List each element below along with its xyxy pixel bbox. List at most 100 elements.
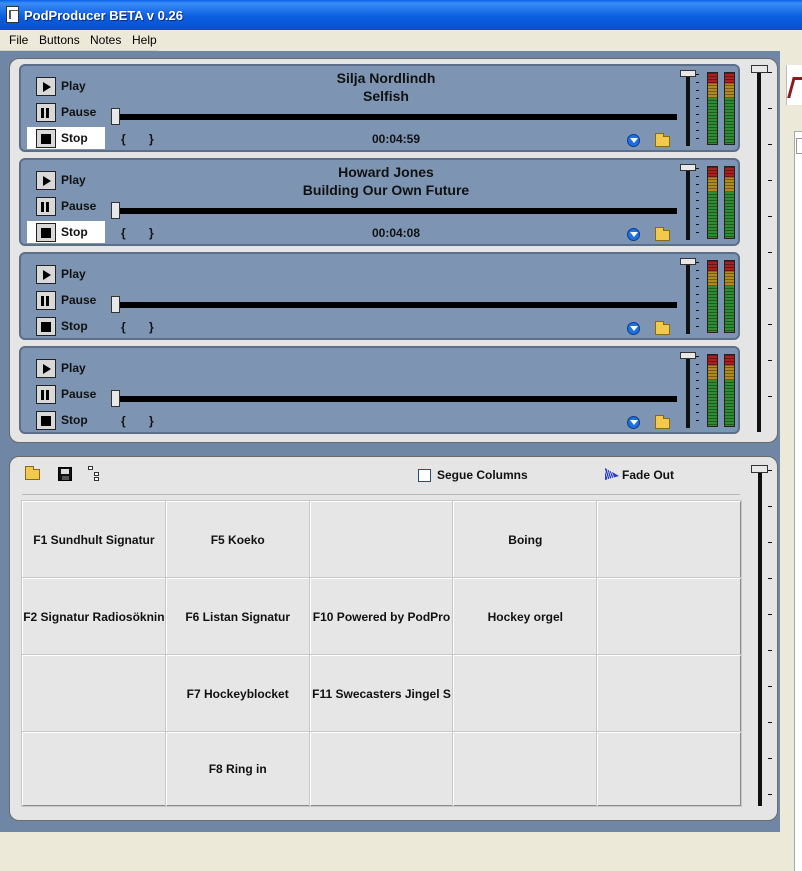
deck-volume-track[interactable]	[686, 74, 690, 146]
pause-icon	[41, 390, 44, 400]
deck-volume-ticks	[696, 168, 699, 240]
cue-out-marker[interactable]: }	[149, 414, 154, 428]
fade-out-button[interactable]: Fade Out	[622, 468, 674, 482]
cart-button[interactable]	[452, 654, 599, 733]
cart-volume-track[interactable]	[758, 468, 762, 806]
menu-help[interactable]: Help	[132, 33, 157, 47]
open-folder-icon[interactable]	[25, 466, 40, 480]
position-track[interactable]	[115, 208, 677, 214]
stop-button[interactable]	[36, 129, 56, 148]
play-button[interactable]	[36, 77, 56, 96]
folder-icon[interactable]	[655, 133, 670, 147]
cue-in-marker[interactable]: {	[121, 414, 126, 428]
menu-buttons[interactable]: Buttons	[39, 33, 80, 47]
position-thumb[interactable]	[111, 390, 120, 407]
level-meter-right	[724, 72, 735, 145]
position-thumb[interactable]	[111, 108, 120, 125]
cart-button[interactable]	[452, 731, 599, 807]
play-icon	[43, 364, 51, 374]
download-icon[interactable]	[627, 228, 640, 241]
position-thumb[interactable]	[111, 296, 120, 313]
deck-volume-ticks	[696, 74, 699, 146]
folder-icon[interactable]	[655, 321, 670, 335]
pause-label: Pause	[61, 199, 97, 213]
level-meter-left	[707, 72, 718, 145]
cart-button[interactable]: F11 Swecasters Jingel S	[308, 654, 455, 733]
deck-volume-track[interactable]	[686, 262, 690, 334]
menu-file[interactable]: File	[9, 33, 28, 47]
download-icon[interactable]	[627, 134, 640, 147]
play-label: Play	[61, 267, 86, 281]
fade-out-icon[interactable]	[605, 468, 619, 480]
cart-button[interactable]	[596, 500, 742, 579]
cart-button[interactable]: F7 Hockeyblocket	[164, 654, 311, 733]
cart-button[interactable]	[596, 577, 742, 656]
cart-button[interactable]: F8 Ring in	[164, 731, 311, 807]
track-title: Building Our Own Future	[302, 182, 470, 198]
segue-columns-checkbox[interactable]	[418, 469, 431, 482]
cart-button[interactable]	[596, 731, 742, 807]
cart-button[interactable]	[308, 500, 455, 579]
cue-out-marker[interactable]: }	[149, 226, 154, 240]
save-icon[interactable]	[58, 467, 72, 481]
pause-button[interactable]	[36, 103, 56, 122]
position-thumb[interactable]	[111, 202, 120, 219]
cue-out-marker[interactable]: }	[149, 320, 154, 334]
menu-bar: File Buttons Notes Help	[0, 30, 158, 51]
track-time: 00:04:08	[371, 226, 421, 240]
cart-button[interactable]: Boing	[452, 500, 599, 579]
cue-out-marker[interactable]: }	[149, 132, 154, 146]
deck-volume-thumb[interactable]	[680, 70, 696, 77]
cart-button[interactable]: F2 Signatur Radiosöknin	[21, 577, 167, 656]
play-icon	[43, 82, 51, 92]
cart-separator	[22, 494, 740, 495]
play-icon	[43, 176, 51, 186]
deck-volume-ticks	[696, 356, 699, 428]
cart-button[interactable]	[21, 654, 167, 733]
cue-in-marker[interactable]: {	[121, 226, 126, 240]
pause-button[interactable]	[36, 197, 56, 216]
play-label: Play	[61, 173, 86, 187]
folder-icon[interactable]	[655, 415, 670, 429]
deck-volume-thumb[interactable]	[680, 164, 696, 171]
cart-button[interactable]: F1 Sundhult Signatur	[21, 500, 167, 579]
cart-button[interactable]	[21, 731, 167, 807]
deck-volume-thumb[interactable]	[680, 258, 696, 265]
deck-volume-thumb[interactable]	[680, 352, 696, 359]
position-track[interactable]	[115, 396, 677, 402]
stop-label: Stop	[61, 413, 88, 427]
level-meter-left	[707, 260, 718, 333]
cue-in-marker[interactable]: {	[121, 320, 126, 334]
track-artist: Howard Jones	[338, 164, 434, 180]
cart-button[interactable]: F10 Powered by PodPro	[308, 577, 455, 656]
pause-button[interactable]	[36, 385, 56, 404]
deck-4: Play Pause Stop { }	[19, 346, 740, 434]
play-button[interactable]	[36, 359, 56, 378]
cart-button[interactable]	[596, 654, 742, 733]
stop-button[interactable]	[36, 317, 56, 336]
stop-button[interactable]	[36, 223, 56, 242]
download-icon[interactable]	[627, 416, 640, 429]
play-button[interactable]	[36, 265, 56, 284]
position-track[interactable]	[115, 114, 677, 120]
menu-notes[interactable]: Notes	[90, 33, 121, 47]
cart-button[interactable]: F5 Koeko	[164, 500, 311, 579]
cart-volume-ticks	[768, 470, 772, 806]
position-track[interactable]	[115, 302, 677, 308]
cart-button[interactable]	[308, 731, 455, 807]
folder-icon[interactable]	[655, 227, 670, 241]
play-button[interactable]	[36, 171, 56, 190]
background-window	[780, 51, 802, 871]
deck-volume-track[interactable]	[686, 356, 690, 428]
master-volume-thumb[interactable]	[751, 65, 768, 73]
tree-icon[interactable]	[88, 466, 102, 482]
cart-volume-thumb[interactable]	[751, 465, 768, 473]
cue-in-marker[interactable]: {	[121, 132, 126, 146]
cart-button[interactable]: Hockey orgel	[452, 577, 599, 656]
pause-button[interactable]	[36, 291, 56, 310]
stop-button[interactable]	[36, 411, 56, 430]
deck-volume-track[interactable]	[686, 168, 690, 240]
download-icon[interactable]	[627, 322, 640, 335]
cart-button[interactable]: F6 Listan Signatur	[164, 577, 311, 656]
master-volume-track[interactable]	[757, 70, 761, 432]
